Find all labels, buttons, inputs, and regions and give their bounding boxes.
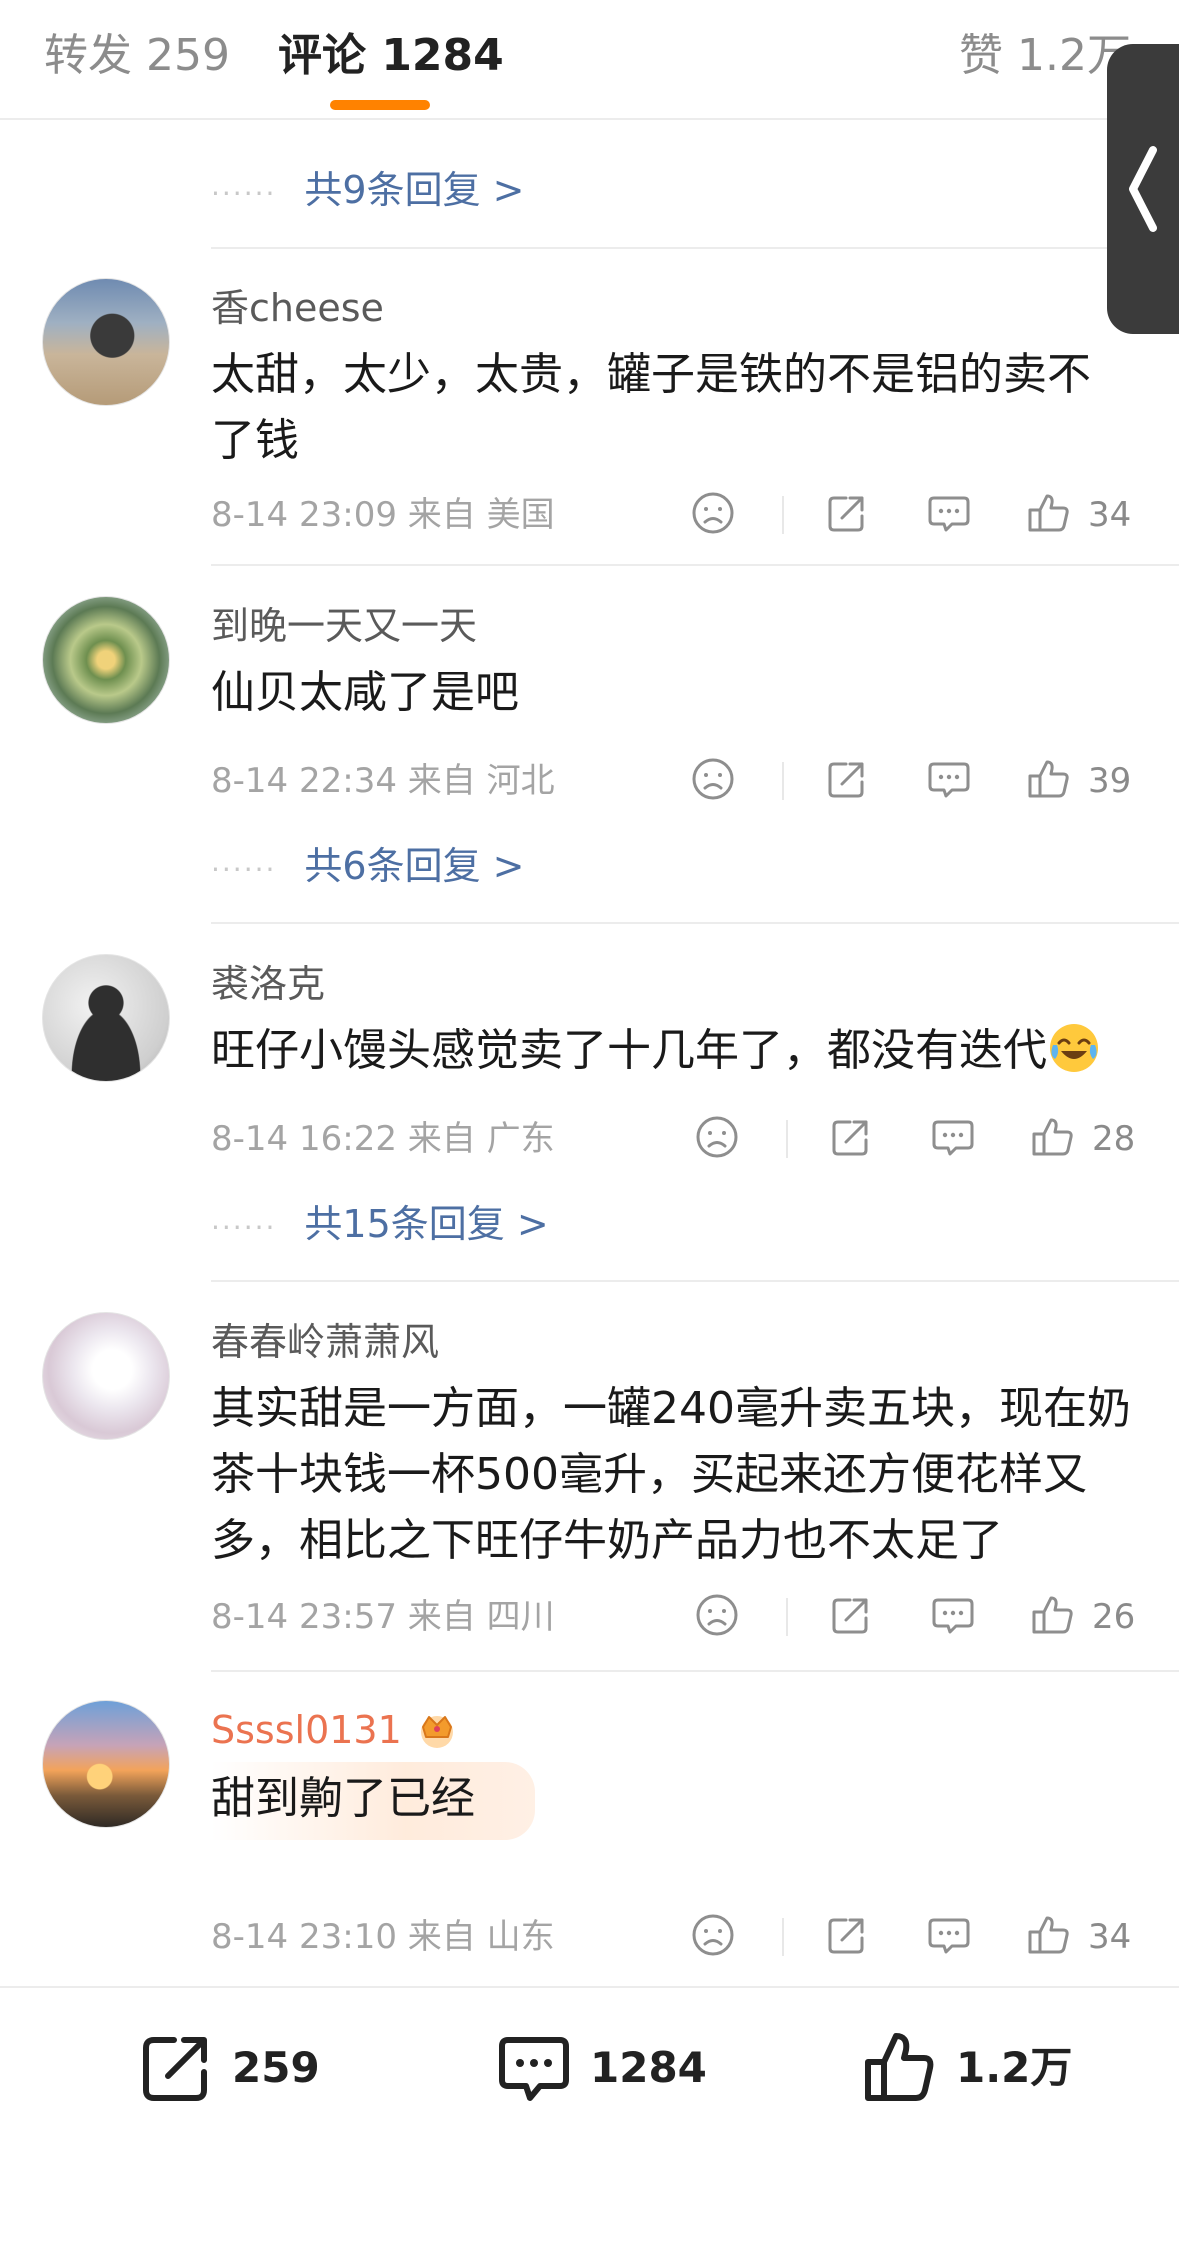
share-icon[interactable] (824, 490, 874, 540)
thumbs-up-icon[interactable] (1026, 1912, 1076, 1962)
repost-button[interactable]: 259 (136, 2028, 346, 2108)
reply-dots-icon: ······ (211, 1211, 277, 1244)
tab-likes[interactable]: 赞 1.2万 (959, 26, 1131, 86)
repost-count: 259 (232, 2043, 320, 2092)
like-count: 39 (1088, 761, 1132, 801)
share-icon[interactable] (828, 1592, 878, 1642)
view-replies-link[interactable]: ······ 共6条回复 > (211, 838, 525, 898)
comment-text: 甜到齁了已经 (211, 1762, 535, 1840)
comment-actions: 28 (694, 1114, 1144, 1164)
avatar[interactable] (42, 278, 170, 406)
share-icon (143, 2037, 207, 2101)
comment-username[interactable]: 裘洛克 (211, 958, 325, 1010)
dislike-face-icon[interactable] (694, 1592, 744, 1642)
share-icon[interactable] (824, 1912, 874, 1962)
like-count: 34 (1088, 1917, 1132, 1957)
thumbs-up-icon[interactable] (1026, 756, 1076, 806)
side-drawer-handle[interactable] (1107, 44, 1179, 334)
comment-text: 其实甜是一方面，一罐240毫升卖五块，现在奶茶十块钱一杯500毫升，买起来还方便… (211, 1383, 1131, 1566)
comment-button[interactable]: 1284 (494, 2028, 724, 2108)
comment-tabs: 转发 259 评论 1284 赞 1.2万 (0, 0, 1179, 120)
comment-actions: 39 (690, 756, 1140, 806)
comment-username[interactable]: 香cheese (211, 282, 384, 334)
active-tab-indicator (330, 100, 430, 110)
avatar[interactable] (42, 1312, 170, 1440)
tab-repost[interactable]: 转发 259 (44, 26, 230, 86)
bottom-action-bar: 259 1284 1.2万 (0, 1986, 1179, 2253)
share-icon[interactable] (828, 1114, 878, 1164)
comment-divider (211, 1670, 1179, 1672)
action-separator (786, 1120, 788, 1158)
comment-meta: 8-14 22:34 来自 河北 (211, 761, 555, 801)
reply-dots-icon: ······ (211, 177, 277, 210)
share-icon[interactable] (824, 756, 874, 806)
comment-divider (211, 247, 1179, 249)
comment-meta: 8-14 23:09 来自 美国 (211, 495, 555, 535)
avatar[interactable] (42, 596, 170, 724)
comment-meta: 8-14 23:10 来自 山东 (211, 1917, 555, 1957)
like-count: 28 (1092, 1119, 1136, 1159)
comment-bubble-icon[interactable] (930, 1592, 980, 1642)
comment-actions: 34 (690, 1912, 1140, 1962)
comment-bubble-icon[interactable] (926, 756, 976, 806)
comment-divider (211, 922, 1179, 924)
chevron-left-icon (1129, 146, 1157, 232)
view-replies-link[interactable]: ······ 共9条回复 > (211, 162, 525, 222)
thumbs-up-icon (865, 2033, 934, 2101)
comment-bubble-icon[interactable] (926, 490, 976, 540)
dislike-face-icon[interactable] (690, 756, 740, 806)
action-separator (782, 496, 784, 534)
comment-bubble-icon[interactable] (930, 1114, 980, 1164)
action-separator (786, 1598, 788, 1636)
laughing-crying-emoji-icon (1050, 1024, 1098, 1072)
comment-actions: 26 (694, 1592, 1144, 1642)
tab-comments[interactable]: 评论 1284 (278, 26, 504, 86)
like-count: 26 (1092, 1597, 1136, 1637)
dislike-face-icon[interactable] (694, 1114, 744, 1164)
comment-meta: 8-14 16:22 来自 广东 (211, 1119, 555, 1159)
dislike-face-icon[interactable] (690, 490, 740, 540)
crown-badge-icon (420, 1716, 453, 1748)
comment-meta: 8-14 23:57 来自 四川 (211, 1597, 555, 1637)
view-replies-link[interactable]: ······ 共15条回复 > (211, 1196, 549, 1256)
thumbs-up-icon[interactable] (1030, 1114, 1080, 1164)
like-button[interactable]: 1.2万 (860, 2028, 1100, 2108)
reply-dots-icon: ······ (211, 853, 277, 886)
comment-divider (211, 564, 1179, 566)
comment-count: 1284 (590, 2043, 707, 2092)
like-count-total: 1.2万 (956, 2043, 1073, 2092)
comment-actions: 34 (690, 490, 1140, 540)
action-separator (782, 762, 784, 800)
comment-username-vip[interactable]: Ssssl0131 (211, 1704, 460, 1756)
comment-text: 仙贝太咸了是吧 (211, 667, 519, 718)
dislike-face-icon[interactable] (690, 1912, 740, 1962)
comment-bubble-icon[interactable] (926, 1912, 976, 1962)
comment-bubble-icon (499, 2037, 569, 2101)
comment-text: 太甜，太少，太贵，罐子是铁的不是铝的卖不了钱 (211, 349, 1091, 466)
thumbs-up-icon[interactable] (1030, 1592, 1080, 1642)
avatar[interactable] (42, 1700, 170, 1828)
comment-divider (211, 1280, 1179, 1282)
avatar[interactable] (42, 954, 170, 1082)
comment-text: 旺仔小馒头感觉卖了十几年了，都没有迭代 (211, 1018, 1151, 1084)
comment-username[interactable]: 到晚一天又一天 (211, 600, 477, 652)
comment-username[interactable]: 春春岭萧萧风 (211, 1316, 439, 1368)
thumbs-up-icon[interactable] (1026, 490, 1076, 540)
action-separator (782, 1918, 784, 1956)
like-count: 34 (1088, 495, 1132, 535)
